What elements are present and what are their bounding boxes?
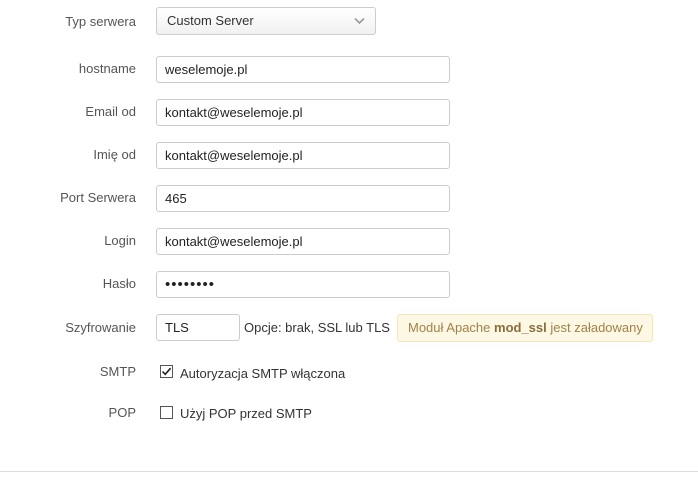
email-from-label: Email od	[85, 104, 136, 119]
chevron-down-icon	[354, 17, 365, 25]
ssl-notice-module: mod_ssl	[494, 320, 547, 335]
email-from-input[interactable]: kontakt@weselemoje.pl	[156, 99, 450, 126]
ssl-notice: Moduł Apache mod_ssl jest załadowany	[397, 314, 653, 342]
server-type-select[interactable]: Custom Server	[156, 7, 376, 35]
encryption-hint: Opcje: brak, SSL lub TLS	[244, 320, 390, 335]
port-input[interactable]: 465	[156, 185, 450, 212]
ssl-notice-prefix: Moduł Apache	[408, 320, 495, 335]
pop-before-smtp-checkbox[interactable]	[160, 406, 173, 419]
smtp-auth-checkbox-label[interactable]: Autoryzacja SMTP włączona	[180, 366, 345, 382]
port-label: Port Serwera	[60, 190, 136, 205]
encryption-label: Szyfrowanie	[65, 320, 136, 335]
server-type-label: Typ serwera	[65, 14, 136, 29]
hostname-input[interactable]: weselemoje.pl	[156, 56, 450, 83]
hostname-label: hostname	[78, 61, 136, 76]
pop-before-smtp-checkbox-label[interactable]: Użyj POP przed SMTP	[180, 406, 312, 422]
login-label: Login	[104, 233, 136, 248]
pop-label: POP	[108, 405, 136, 420]
ssl-notice-suffix: jest załadowany	[546, 320, 643, 335]
name-from-label: Imię od	[93, 147, 136, 162]
bottom-divider	[0, 471, 698, 472]
server-type-value: Custom Server	[167, 13, 254, 28]
login-input[interactable]: kontakt@weselemoje.pl	[156, 228, 450, 255]
encryption-input[interactable]: TLS	[156, 314, 240, 341]
name-from-input[interactable]: kontakt@weselemoje.pl	[156, 142, 450, 169]
smtp-label: SMTP	[99, 364, 136, 379]
checkmark-icon	[161, 367, 172, 376]
password-label: Hasło	[102, 276, 136, 291]
password-input[interactable]: ••••••••	[156, 271, 450, 298]
smtp-auth-checkbox[interactable]	[160, 365, 173, 378]
